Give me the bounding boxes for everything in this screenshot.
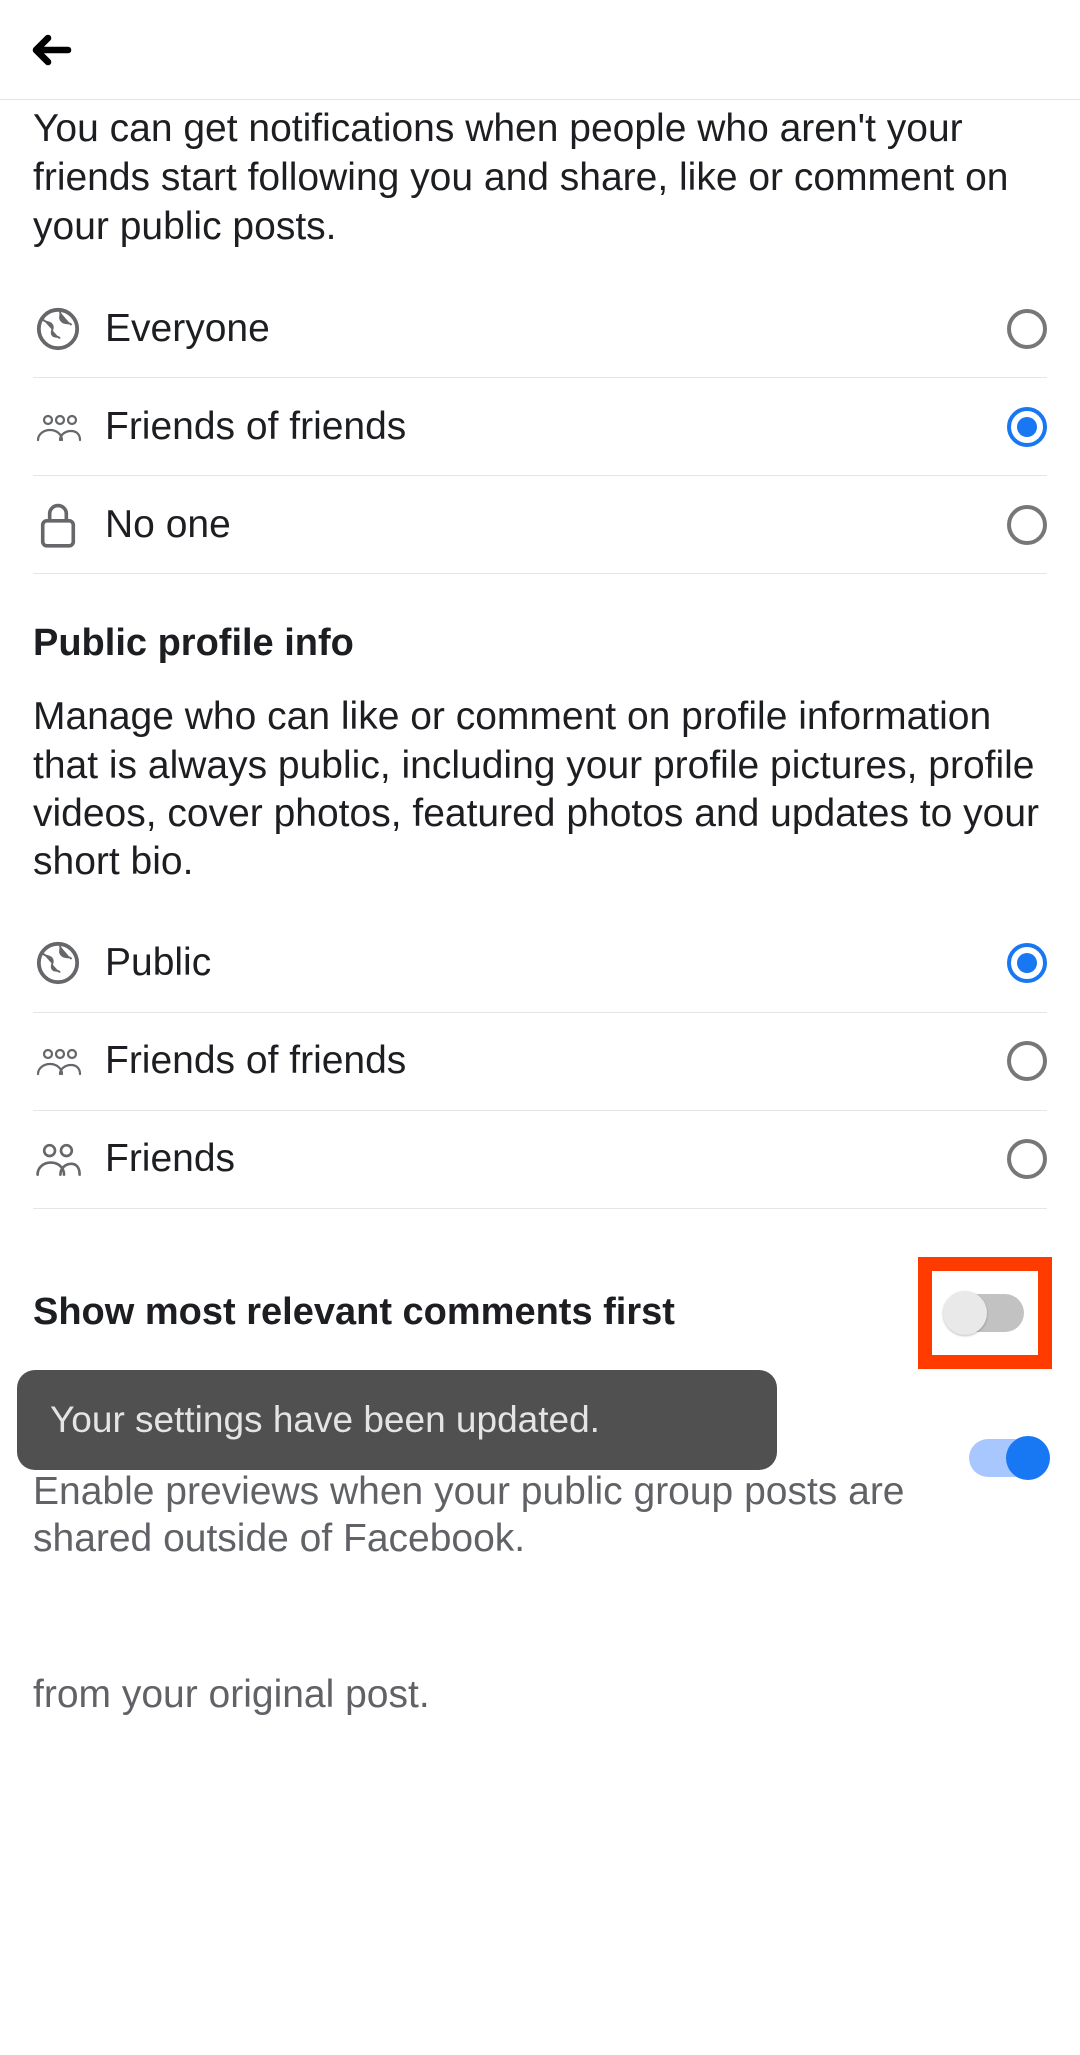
off-facebook-toggle[interactable] (969, 1439, 1047, 1477)
back-button[interactable] (26, 24, 78, 76)
option-everyone[interactable]: Everyone (33, 280, 1047, 378)
notifications-description: You can get notifications when people wh… (33, 105, 1047, 251)
toggle-knob (943, 1291, 987, 1335)
back-arrow-icon (28, 26, 76, 74)
option-public[interactable]: Public (33, 915, 1047, 1013)
option-friends[interactable]: Friends (33, 1111, 1047, 1209)
option-label: Friends of friends (105, 405, 1007, 449)
option-label: Friends (105, 1137, 1007, 1181)
toast-message: Your settings have been updated. (50, 1399, 600, 1441)
lock-icon (33, 500, 83, 550)
header (0, 0, 1080, 100)
friends-icon (33, 1134, 83, 1184)
option-label: Everyone (105, 307, 1007, 351)
radio-icon (1007, 1041, 1047, 1081)
radio-icon (1007, 407, 1047, 447)
profile-options: Public Friends of friends Friends (33, 915, 1047, 1209)
public-profile-title: Public profile info (33, 622, 1047, 665)
toggle-knob (1006, 1436, 1050, 1480)
radio-icon (1007, 943, 1047, 983)
radio-icon (1007, 1139, 1047, 1179)
off-facebook-description-2: from your original post. (33, 1673, 1047, 1717)
highlight-box (918, 1257, 1052, 1369)
globe-icon (33, 304, 83, 354)
relevant-comments-row: Show most relevant comments first (33, 1257, 1047, 1369)
option-label: Friends of friends (105, 1039, 1007, 1083)
globe-icon (33, 938, 83, 988)
option-label: No one (105, 503, 1007, 547)
option-no-one[interactable]: No one (33, 476, 1047, 574)
friends-of-friends-icon (33, 1036, 83, 1086)
relevant-comments-label: Show most relevant comments first (33, 1291, 918, 1334)
public-profile-description: Manage who can like or comment on profil… (33, 693, 1047, 886)
option-friends-of-friends[interactable]: Friends of friends (33, 378, 1047, 476)
radio-icon (1007, 309, 1047, 349)
friends-of-friends-icon (33, 402, 83, 452)
notifications-options: Everyone Friends of friends No one (33, 280, 1047, 574)
relevant-comments-toggle[interactable] (946, 1294, 1024, 1332)
settings-updated-toast: Your settings have been updated. (17, 1370, 777, 1470)
radio-icon (1007, 505, 1047, 545)
off-facebook-description-1: Enable previews when your public group p… (33, 1468, 949, 1563)
option-friends-of-friends-2[interactable]: Friends of friends (33, 1013, 1047, 1111)
option-label: Public (105, 941, 1007, 985)
